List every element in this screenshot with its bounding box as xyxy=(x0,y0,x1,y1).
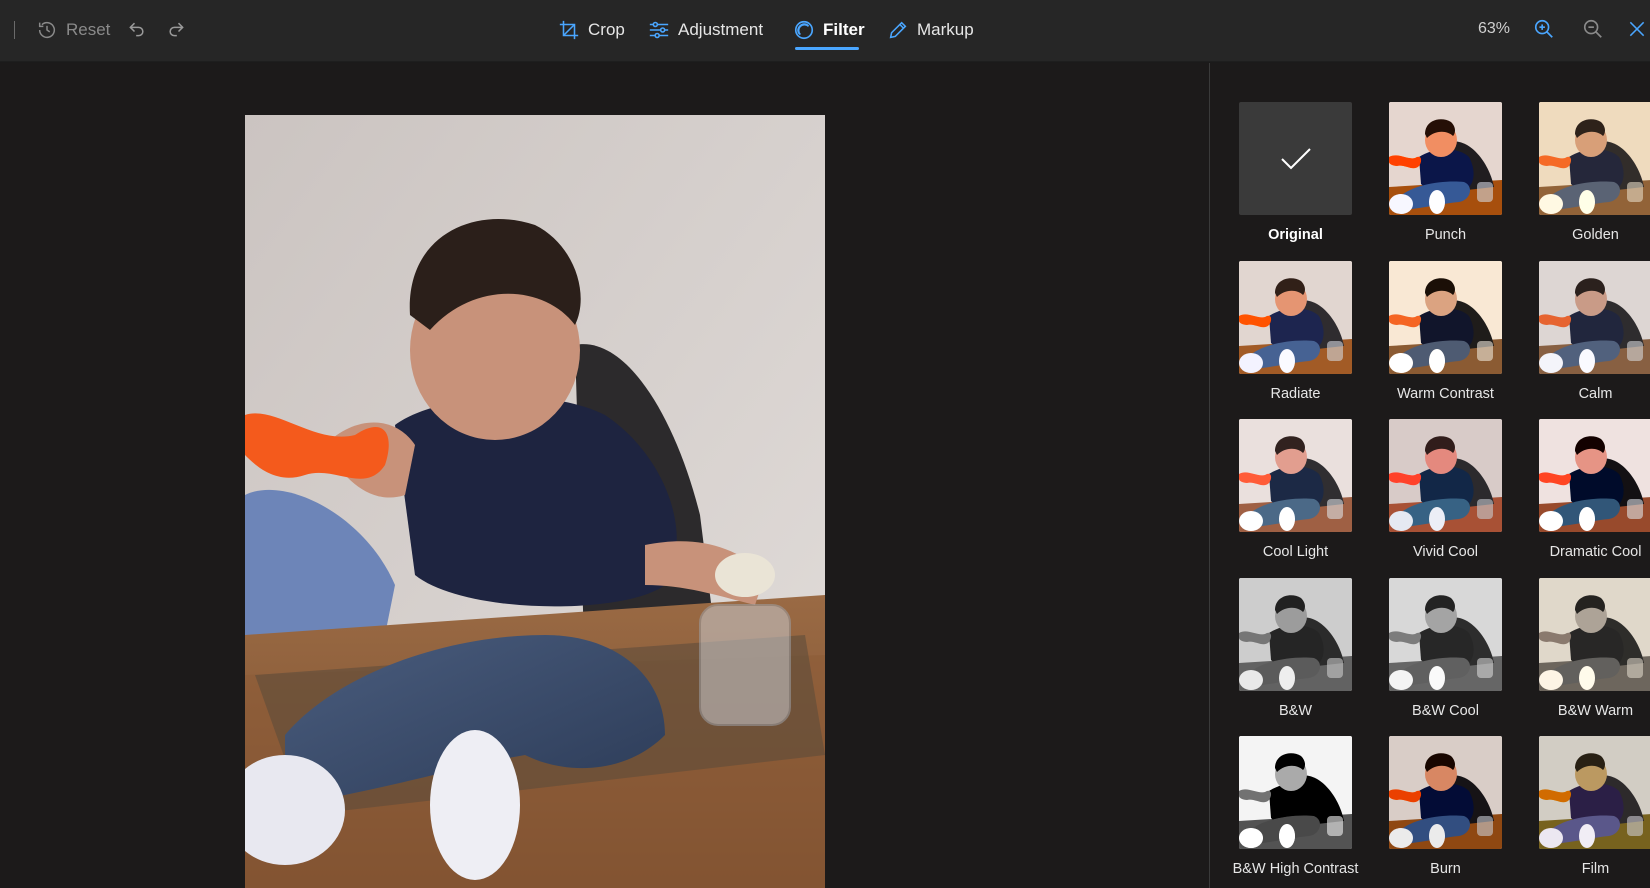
tab-crop-label: Crop xyxy=(588,20,625,39)
filter-label: B&W Cool xyxy=(1412,702,1479,719)
filter-option-warm-contrast[interactable]: Warm Contrast xyxy=(1389,260,1502,403)
filter-thumbnail xyxy=(1239,102,1352,215)
zoom-out-icon xyxy=(1583,19,1602,38)
filter-thumbnail xyxy=(1539,260,1650,374)
zoom-in-button[interactable] xyxy=(1531,16,1557,42)
image-canvas xyxy=(0,63,1209,888)
undo-button[interactable] xyxy=(124,16,150,42)
close-button[interactable] xyxy=(1624,16,1650,42)
active-tab-indicator xyxy=(795,47,859,50)
checkmark-icon xyxy=(1280,147,1311,169)
filter-option-burn[interactable]: Burn xyxy=(1389,736,1502,878)
sliders-icon xyxy=(649,21,669,39)
filter-icon xyxy=(794,20,814,40)
filter-option-cool-light[interactable]: Cool Light xyxy=(1239,419,1352,561)
history-icon xyxy=(38,22,56,39)
toolbar-divider xyxy=(14,21,15,39)
filter-label: B&W Warm xyxy=(1557,702,1634,719)
filter-thumbnail xyxy=(1239,736,1352,849)
filter-label: Dramatic Cool xyxy=(1549,544,1642,560)
filter-thumbnail xyxy=(1389,419,1502,532)
filter-option-original[interactable]: Original xyxy=(1239,102,1352,244)
close-icon xyxy=(1629,21,1645,37)
photo-illustration xyxy=(245,115,825,888)
filter-option-punch[interactable]: Punch xyxy=(1389,102,1502,244)
filter-thumbnail xyxy=(1389,577,1502,691)
filter-option-bandw[interactable]: B&W xyxy=(1239,577,1352,720)
filter-label: Golden xyxy=(1572,227,1619,243)
filter-panel: Original Punch Golden Radiate Warm Contrast C… xyxy=(1210,63,1650,888)
tab-crop[interactable]: Crop xyxy=(558,15,625,45)
filter-thumbnail xyxy=(1539,577,1650,691)
filter-thumbnail xyxy=(1239,419,1352,532)
top-toolbar: Reset Crop Adjustment Filter Markup 63% xyxy=(0,0,1650,62)
tab-filter[interactable]: Filter xyxy=(793,15,865,45)
filter-option-bandw-warm[interactable]: B&W Warm xyxy=(1539,577,1650,720)
zoom-level: 63% xyxy=(1478,20,1511,37)
redo-button[interactable] xyxy=(163,16,189,42)
zoom-out-button[interactable] xyxy=(1580,16,1606,42)
filter-label: Warm Contrast xyxy=(1397,385,1494,402)
filter-option-golden[interactable]: Golden xyxy=(1539,102,1650,244)
filter-thumbnail xyxy=(1389,102,1502,215)
filter-option-bandw-cool[interactable]: B&W Cool xyxy=(1389,577,1502,720)
reset-button[interactable]: Reset xyxy=(36,15,110,45)
filter-label: Original xyxy=(1268,227,1323,243)
filter-label: Vivid Cool xyxy=(1412,544,1479,560)
filter-thumbnail xyxy=(1239,577,1352,691)
filter-label: Punch xyxy=(1424,227,1467,243)
tab-adjustment[interactable]: Adjustment xyxy=(648,15,763,45)
pen-icon xyxy=(889,21,907,39)
tab-adjustment-label: Adjustment xyxy=(678,20,764,39)
photo-editor-window: Reset Crop Adjustment Filter Markup 63% … xyxy=(0,0,1650,888)
redo-icon xyxy=(169,22,184,37)
edited-photo[interactable] xyxy=(245,115,825,888)
reset-label: Reset xyxy=(66,20,111,39)
filter-thumbnail xyxy=(1389,260,1502,374)
filter-thumbnail xyxy=(1539,102,1650,215)
zoom-in-icon xyxy=(1534,19,1553,38)
filter-thumbnail xyxy=(1239,260,1352,374)
filter-option-dramatic-cool[interactable]: Dramatic Cool xyxy=(1539,419,1650,561)
filter-option-radiate[interactable]: Radiate xyxy=(1239,260,1352,403)
tab-markup[interactable]: Markup xyxy=(887,15,974,45)
filter-label: Calm xyxy=(1578,385,1613,402)
filter-label: Cool Light xyxy=(1262,544,1329,560)
filter-thumbnail xyxy=(1539,419,1650,532)
tab-markup-label: Markup xyxy=(917,20,974,39)
crop-icon xyxy=(559,20,579,40)
tab-filter-label: Filter xyxy=(823,20,865,39)
filter-label: B&W High Contrast xyxy=(1232,861,1359,877)
filter-option-vivid-cool[interactable]: Vivid Cool xyxy=(1389,419,1502,561)
undo-icon xyxy=(129,22,144,37)
filter-label: Burn xyxy=(1430,861,1461,877)
filter-thumbnail xyxy=(1389,736,1502,849)
filter-label: Film xyxy=(1581,861,1610,877)
filter-label: Radiate xyxy=(1270,385,1321,402)
filter-option-calm[interactable]: Calm xyxy=(1539,260,1650,403)
filter-thumbnail xyxy=(1539,736,1650,849)
filter-option-bandw-high-contrast[interactable]: B&W High Contrast xyxy=(1233,736,1358,878)
filter-label: B&W xyxy=(1278,702,1313,719)
filter-option-film[interactable]: Film xyxy=(1539,736,1650,878)
